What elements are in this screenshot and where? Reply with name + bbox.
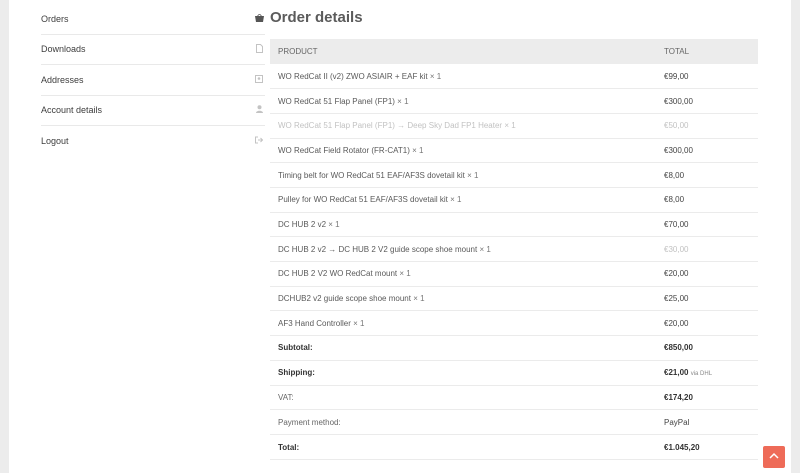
sidebar-item-addresses[interactable]: Addresses <box>41 65 265 96</box>
totals-label: VAT: <box>270 385 656 411</box>
product-link[interactable]: WO RedCat Field Rotator (FR-CAT1) <box>278 146 410 155</box>
product-cell: DCHUB2 v2 guide scope shoe mount × 1 <box>270 286 656 312</box>
sidebar-item-downloads[interactable]: Downloads <box>41 35 265 65</box>
product-link[interactable]: DC HUB 2 v2 → DC HUB 2 V2 guide scope sh… <box>278 245 477 254</box>
product-quantity: × 1 <box>399 269 411 279</box>
payment-method-row: Payment method: PayPal <box>270 409 758 436</box>
order-details-table: PRODUCT TOTAL WO RedCat II (v2) ZWO ASIA… <box>270 39 758 461</box>
table-row: DC HUB 2 v2 → DC HUB 2 V2 guide scope sh… <box>270 236 758 262</box>
line-total: €50,00 <box>656 113 758 139</box>
totals-value-cell: €21,00 via DHL <box>656 360 758 386</box>
total-row: Total: €1.045,20 <box>270 434 758 461</box>
product-link[interactable]: Pulley for WO RedCat 51 EAF/AF3S dovetai… <box>278 195 448 204</box>
line-total: €8,00 <box>656 187 758 213</box>
column-header-total: TOTAL <box>664 47 690 56</box>
product-cell: AF3 Hand Controller × 1 <box>270 310 656 337</box>
product-quantity: × 1 <box>479 244 491 254</box>
line-total: €300,00 <box>656 88 758 114</box>
sidebar-item-label: Downloads <box>41 44 86 55</box>
product-cell: WO RedCat 51 Flap Panel (FP1) × 1 <box>270 88 656 114</box>
product-cell: DC HUB 2 v2 → DC HUB 2 V2 guide scope sh… <box>270 236 656 262</box>
line-total: €20,00 <box>656 310 758 337</box>
totals-value: €21,00 <box>664 368 689 378</box>
product-link[interactable]: WO RedCat 51 Flap Panel (FP1) <box>278 97 395 106</box>
table-row: AF3 Hand Controller × 1 €20,00 <box>270 310 758 337</box>
product-quantity: × 1 <box>413 294 425 304</box>
product-quantity: × 1 <box>328 219 340 229</box>
basket-icon <box>253 13 265 24</box>
table-row: WO RedCat 51 Flap Panel (FP1) → Deep Sky… <box>270 113 758 139</box>
order-details-section: Order details PRODUCT TOTAL WO RedCat II… <box>270 8 758 461</box>
sidebar-item-label: Account details <box>41 105 103 116</box>
table-row: WO RedCat 51 Flap Panel (FP1) × 1 €300,0… <box>270 88 758 114</box>
page-content: Orders Downloads Addresses Account detai… <box>9 0 791 473</box>
table-row: WO RedCat II (v2) ZWO ASIAIR + EAF kit ×… <box>270 64 758 90</box>
sidebar-item-account-details[interactable]: Account details <box>41 96 265 126</box>
sidebar-item-label: Addresses <box>41 74 84 85</box>
totals-label: Payment method: <box>270 409 656 436</box>
page-title: Order details <box>270 9 363 26</box>
product-link[interactable]: WO RedCat II (v2) ZWO ASIAIR + EAF kit <box>278 72 428 81</box>
sidebar-item-label: Logout <box>41 136 69 147</box>
totals-label: Subtotal: <box>270 335 656 361</box>
totals-label: Total: <box>270 434 656 461</box>
vat-row: VAT: €174,20 <box>270 385 758 411</box>
line-total: €20,00 <box>656 261 758 287</box>
sidebar-item-label: Orders <box>41 13 69 24</box>
column-header-product: PRODUCT <box>278 47 318 56</box>
scroll-to-top-button[interactable] <box>763 446 785 468</box>
line-total: €70,00 <box>656 212 758 238</box>
user-icon <box>253 105 265 115</box>
line-total: €8,00 <box>656 162 758 188</box>
product-quantity: × 1 <box>504 121 516 131</box>
chevron-up-icon <box>769 451 779 464</box>
totals-value: €850,00 <box>656 335 758 361</box>
product-cell: Timing belt for WO RedCat 51 EAF/AF3S do… <box>270 162 656 188</box>
sign-out-icon <box>253 136 265 146</box>
product-quantity: × 1 <box>397 96 409 106</box>
account-navigation: Orders Downloads Addresses Account detai… <box>41 4 265 157</box>
product-link[interactable]: AF3 Hand Controller <box>278 319 351 328</box>
product-link[interactable]: WO RedCat 51 Flap Panel (FP1) → Deep Sky… <box>278 121 502 130</box>
subtotal-row: Subtotal: €850,00 <box>270 335 758 361</box>
line-total: €25,00 <box>656 286 758 312</box>
product-cell: DC HUB 2 V2 WO RedCat mount × 1 <box>270 261 656 287</box>
product-cell: WO RedCat Field Rotator (FR-CAT1) × 1 <box>270 138 656 164</box>
table-row: WO RedCat Field Rotator (FR-CAT1) × 1 €3… <box>270 138 758 164</box>
product-cell: WO RedCat 51 Flap Panel (FP1) → Deep Sky… <box>270 113 656 139</box>
table-row: DC HUB 2 V2 WO RedCat mount × 1 €20,00 <box>270 261 758 287</box>
product-quantity: × 1 <box>467 170 479 180</box>
table-row: DCHUB2 v2 guide scope shoe mount × 1 €25… <box>270 286 758 312</box>
product-link[interactable]: DC HUB 2 V2 WO RedCat mount <box>278 269 397 278</box>
product-link[interactable]: DCHUB2 v2 guide scope shoe mount <box>278 294 411 303</box>
product-quantity: × 1 <box>450 195 462 205</box>
product-cell: DC HUB 2 v2 × 1 <box>270 212 656 238</box>
totals-value: PayPal <box>656 409 758 436</box>
table-row: Timing belt for WO RedCat 51 EAF/AF3S do… <box>270 162 758 188</box>
product-cell: Pulley for WO RedCat 51 EAF/AF3S dovetai… <box>270 187 656 213</box>
product-link[interactable]: Timing belt for WO RedCat 51 EAF/AF3S do… <box>278 171 465 180</box>
product-quantity: × 1 <box>412 145 424 155</box>
table-row: Pulley for WO RedCat 51 EAF/AF3S dovetai… <box>270 187 758 213</box>
table-header-row: PRODUCT TOTAL <box>270 39 758 64</box>
sidebar-item-orders[interactable]: Orders <box>41 4 265 35</box>
totals-label: Shipping: <box>270 360 656 386</box>
shipping-method: via DHL <box>690 371 713 378</box>
shipping-row: Shipping: €21,00 via DHL <box>270 360 758 386</box>
product-link[interactable]: DC HUB 2 v2 <box>278 220 326 229</box>
totals-value: €174,20 <box>656 385 758 411</box>
product-cell: WO RedCat II (v2) ZWO ASIAIR + EAF kit ×… <box>270 64 656 90</box>
product-quantity: × 1 <box>429 71 442 81</box>
file-icon <box>253 43 265 55</box>
sidebar-item-logout[interactable]: Logout <box>41 126 265 157</box>
address-card-icon <box>253 74 265 85</box>
table-row: DC HUB 2 v2 × 1 €70,00 <box>270 212 758 238</box>
totals-value: €1.045,20 <box>656 434 758 461</box>
line-total: €300,00 <box>656 138 758 164</box>
line-total: €99,00 <box>656 64 758 90</box>
line-total: €30,00 <box>656 236 758 262</box>
product-quantity: × 1 <box>353 318 365 328</box>
